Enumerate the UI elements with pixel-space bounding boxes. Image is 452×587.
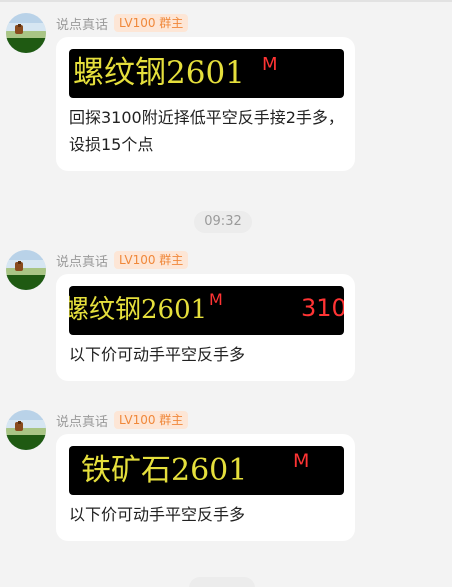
timestamp-chip: 09:32 [194, 211, 252, 233]
message-text: 以下价可动手平空反手多 [69, 345, 246, 364]
sender-row: 说点真话 LV100 群主 [56, 13, 189, 33]
role-badge: LV100 群主 [114, 411, 189, 429]
avatar[interactable] [6, 13, 46, 53]
message-text: 以下价可动手平空反手多 [69, 505, 246, 524]
message-text: 回探3100附近择低平空反手接2手多，设损15个点 [69, 108, 344, 154]
role-badge: LV100 群主 [114, 14, 189, 32]
message-bubble[interactable]: 铁矿石2601 M 以下价可动手平空反手多 [56, 434, 355, 541]
sender-row: 说点真话 LV100 群主 [56, 250, 189, 270]
avatar[interactable] [6, 410, 46, 450]
avatar[interactable] [6, 250, 46, 290]
landscape-avatar-icon [6, 250, 46, 290]
quote-flag: M [209, 290, 223, 309]
top-divider [0, 0, 452, 2]
chat-window: 说点真话 LV100 群主 螺纹钢2601 M 回探3100附近择低平空反手接2… [0, 0, 452, 587]
quote-name: 螺纹钢2601 [73, 55, 245, 91]
sender-row: 说点真话 LV100 群主 [56, 410, 189, 430]
quote-flag: M [293, 450, 310, 472]
sender-name: 说点真话 [56, 414, 109, 430]
quote-image[interactable]: 螺纹钢2601 M [69, 49, 344, 98]
next-timestamp-chip [189, 577, 255, 587]
quote-image[interactable]: 螺纹钢2601 M 310 [69, 286, 344, 335]
sender-name: 说点真话 [56, 17, 109, 33]
quote-flag: M [262, 54, 278, 75]
message-bubble[interactable]: 螺纹钢2601 M 310 以下价可动手平空反手多 [56, 274, 355, 381]
quote-name: 铁矿石2601 [81, 453, 248, 488]
landscape-avatar-icon [6, 13, 46, 53]
landscape-avatar-icon [6, 410, 46, 450]
role-badge: LV100 群主 [114, 251, 189, 269]
sender-name: 说点真话 [56, 254, 109, 270]
quote-name: 螺纹钢2601 [69, 295, 208, 325]
message-bubble[interactable]: 螺纹钢2601 M 回探3100附近择低平空反手接2手多，设损15个点 [56, 37, 355, 171]
quote-price: 310 [301, 294, 344, 322]
quote-image[interactable]: 铁矿石2601 M [69, 446, 344, 495]
